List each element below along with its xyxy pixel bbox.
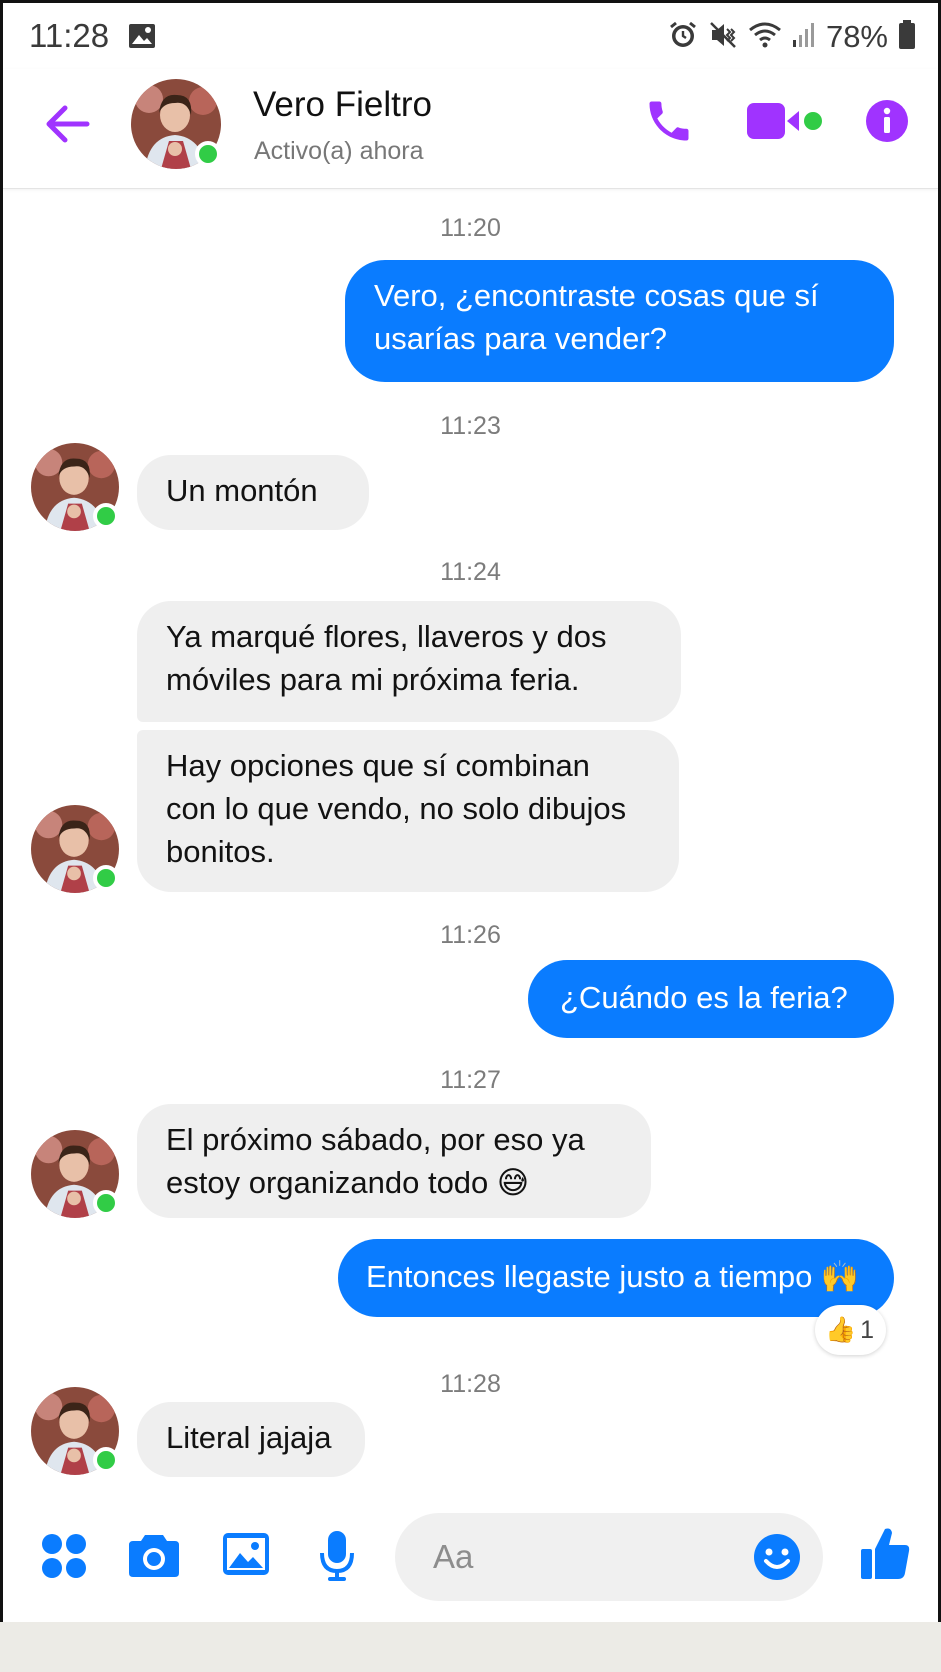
signal-icon (792, 22, 816, 53)
thumbs-up-icon[interactable] (859, 1525, 911, 1586)
message-line: bonitos. (166, 834, 275, 869)
reaction-count: 1 (860, 1315, 875, 1344)
chat-header: Vero Fieltro Activo(a) ahora (3, 69, 938, 189)
online-status-dot (93, 1447, 119, 1473)
contact-avatar[interactable] (31, 1130, 119, 1218)
message-line: Hay opciones que sí combinan (166, 748, 590, 783)
message-input[interactable] (433, 1533, 733, 1581)
phone-icon[interactable] (643, 95, 695, 152)
timestamp: 11:20 (440, 214, 501, 242)
message-line: Literal jajaja (166, 1420, 332, 1455)
back-arrow-icon[interactable] (43, 99, 93, 149)
screenshot-background (0, 1622, 941, 1672)
message-line: Vero, ¿encontraste cosas que sí (374, 278, 819, 313)
emoji-icon[interactable] (753, 1533, 801, 1586)
contact-name[interactable]: Vero Fieltro (253, 85, 432, 125)
message-line: con lo que vendo, no solo dibujos (166, 791, 627, 826)
incoming-message[interactable]: Hay opciones que sí combinan con lo que … (137, 730, 679, 892)
contact-avatar[interactable] (31, 1387, 119, 1475)
incoming-message[interactable]: Ya marqué flores, llaveros y dos móviles… (137, 601, 681, 722)
mute-vibrate-icon (708, 20, 738, 55)
contact-avatar[interactable] (131, 79, 221, 169)
apps-grid-icon[interactable] (41, 1533, 87, 1584)
status-icons: 78% (668, 19, 916, 55)
online-status-dot (93, 1190, 119, 1216)
message-line: móviles para mi próxima feria. (166, 662, 580, 697)
timestamp: 11:26 (440, 921, 501, 949)
timestamp: 11:27 (440, 1066, 501, 1094)
message-input-container (395, 1513, 823, 1601)
contact-active-status: Activo(a) ahora (254, 137, 424, 165)
contact-avatar[interactable] (31, 443, 119, 531)
online-status-dot (195, 141, 221, 167)
message-line: estoy organizando todo 😅 (166, 1165, 530, 1200)
contact-avatar[interactable] (31, 805, 119, 893)
timestamp: 11:23 (440, 412, 501, 440)
incoming-message[interactable]: Un montón (137, 455, 369, 530)
status-time: 11:28 (29, 17, 110, 54)
incoming-message[interactable]: El próximo sábado, por eso ya estoy orga… (137, 1104, 651, 1218)
online-status-dot (93, 503, 119, 529)
message-composer (3, 1493, 938, 1622)
info-icon[interactable] (865, 99, 909, 148)
message-line: Ya marqué flores, llaveros y dos (166, 619, 607, 654)
message-line: El próximo sábado, por eso ya (166, 1122, 585, 1157)
outgoing-message[interactable]: Vero, ¿encontraste cosas que sí usarías … (345, 260, 894, 382)
online-status-dot (93, 865, 119, 891)
wifi-icon (748, 21, 782, 54)
microphone-icon[interactable] (319, 1529, 355, 1588)
message-line: Un montón (166, 473, 318, 508)
gallery-icon[interactable] (221, 1529, 271, 1584)
message-line: usarías para vender? (374, 321, 667, 356)
messenger-screen: 11:28 78% Vero Fieltro Activo(a) ahora 1… (0, 0, 941, 1622)
outgoing-message[interactable]: ¿Cuándo es la feria? (528, 960, 894, 1038)
incoming-message[interactable]: Literal jajaja (137, 1402, 365, 1477)
camera-icon[interactable] (127, 1531, 181, 1584)
message-line: Entonces llegaste justo a tiempo 🙌 (366, 1259, 860, 1294)
status-bar: 11:28 78% (3, 3, 938, 69)
timestamp: 11:28 (440, 1370, 501, 1398)
message-reaction[interactable]: 👍 1 (815, 1305, 887, 1355)
outgoing-message[interactable]: Entonces llegaste justo a tiempo 🙌 (338, 1239, 894, 1317)
battery-percent: 78% (825, 19, 888, 54)
alarm-icon (668, 20, 698, 55)
timestamp: 11:24 (440, 558, 501, 586)
gallery-icon (128, 23, 156, 54)
video-camera-icon[interactable] (745, 99, 825, 148)
thumbs-up-reaction-icon: 👍 (825, 1315, 857, 1344)
battery-icon (898, 19, 916, 55)
message-line: ¿Cuándo es la feria? (560, 980, 848, 1015)
